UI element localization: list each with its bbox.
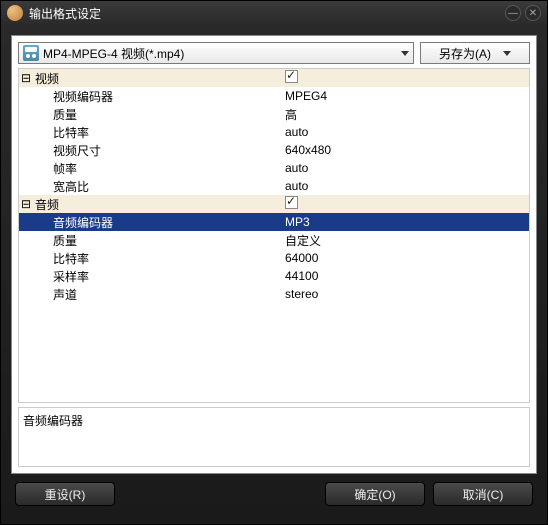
minimize-button[interactable]: — [505, 5, 521, 21]
property-name: 采样率 [33, 268, 283, 285]
clapboard-icon [23, 45, 39, 61]
property-value[interactable]: 高 [283, 106, 529, 123]
chevron-down-icon [503, 51, 511, 56]
property-row[interactable]: 质量自定义 [19, 231, 529, 249]
property-row[interactable]: 视频尺寸640x480 [19, 141, 529, 159]
group-check[interactable] [283, 196, 529, 212]
property-value[interactable]: auto [283, 161, 529, 175]
group-label: 视频 [33, 70, 283, 87]
property-row[interactable]: 声道stereo [19, 285, 529, 303]
group-header[interactable]: ⊟音频 [19, 195, 529, 213]
reset-button[interactable]: 重设(R) [15, 482, 115, 506]
property-row[interactable]: 宽高比auto [19, 177, 529, 195]
property-name: 帧率 [33, 160, 283, 177]
property-row[interactable]: 质量高 [19, 105, 529, 123]
ok-button[interactable]: 确定(O) [325, 482, 425, 506]
property-name: 比特率 [33, 250, 283, 267]
format-combobox[interactable]: MP4-MPEG-4 视频(*.mp4) [18, 42, 414, 64]
property-value[interactable]: 640x480 [283, 143, 529, 157]
property-row[interactable]: 视频编码器MPEG4 [19, 87, 529, 105]
close-button[interactable]: ✕ [525, 5, 541, 21]
property-name: 质量 [33, 106, 283, 123]
property-row[interactable]: 比特率64000 [19, 249, 529, 267]
collapse-icon[interactable]: ⊟ [19, 71, 33, 85]
property-name: 质量 [33, 232, 283, 249]
chevron-down-icon [401, 51, 409, 56]
property-name: 声道 [33, 286, 283, 303]
main-panel: MP4-MPEG-4 视频(*.mp4) 另存为(A) ⊟视频视频编码器MPEG… [11, 35, 537, 474]
property-value[interactable]: 自定义 [283, 232, 529, 249]
titlebar: 输出格式设定 — ✕ [1, 1, 547, 25]
property-name: 视频编码器 [33, 88, 283, 105]
format-selected: MP4-MPEG-4 视频(*.mp4) [43, 45, 397, 62]
property-name: 音频编码器 [33, 214, 283, 231]
group-header[interactable]: ⊟视频 [19, 69, 529, 87]
property-name: 比特率 [33, 124, 283, 141]
group-label: 音频 [33, 196, 283, 213]
cancel-button[interactable]: 取消(C) [433, 482, 533, 506]
property-row[interactable]: 比特率auto [19, 123, 529, 141]
checkbox-icon [285, 196, 298, 209]
save-as-button[interactable]: 另存为(A) [420, 42, 530, 64]
property-row[interactable]: 帧率auto [19, 159, 529, 177]
property-value[interactable]: auto [283, 179, 529, 193]
property-name: 宽高比 [33, 178, 283, 195]
property-value[interactable]: MP3 [283, 215, 529, 229]
property-row[interactable]: 音频编码器MP3 [19, 213, 529, 231]
collapse-icon[interactable]: ⊟ [19, 197, 33, 211]
save-as-label: 另存为(A) [439, 45, 491, 62]
property-value[interactable]: stereo [283, 287, 529, 301]
property-value[interactable]: 64000 [283, 251, 529, 265]
property-grid[interactable]: ⊟视频视频编码器MPEG4质量高比特率auto视频尺寸640x480帧率auto… [18, 68, 530, 403]
checkbox-icon [285, 70, 298, 83]
property-value[interactable]: 44100 [283, 269, 529, 283]
description-label: 音频编码器 [23, 414, 83, 428]
property-value[interactable]: MPEG4 [283, 89, 529, 103]
property-name: 视频尺寸 [33, 142, 283, 159]
description-box: 音频编码器 [18, 407, 530, 467]
window-title: 输出格式设定 [29, 5, 505, 22]
footer: 重设(R) 确定(O) 取消(C) [11, 474, 537, 514]
output-format-dialog: 输出格式设定 — ✕ MP4-MPEG-4 视频(*.mp4) 另存为(A) ⊟… [0, 0, 548, 525]
app-icon [7, 5, 23, 21]
property-row[interactable]: 采样率44100 [19, 267, 529, 285]
group-check[interactable] [283, 70, 529, 86]
property-value[interactable]: auto [283, 125, 529, 139]
